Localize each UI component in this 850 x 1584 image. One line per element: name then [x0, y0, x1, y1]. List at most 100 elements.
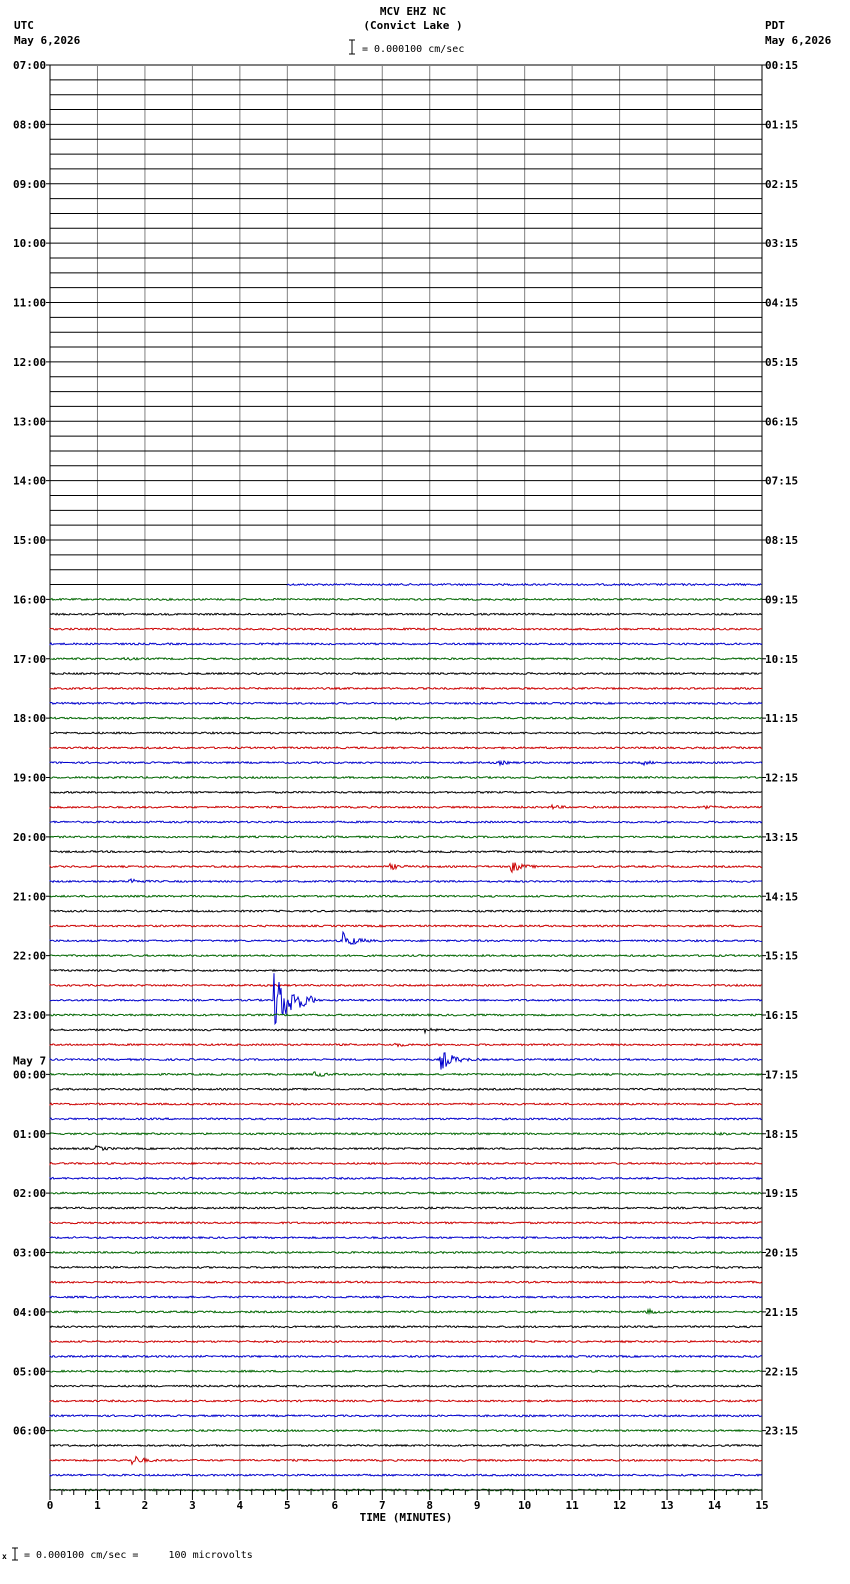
- seismic-trace: [49, 686, 763, 691]
- seismic-trace: [49, 716, 762, 721]
- seismic-trace: [49, 1102, 763, 1106]
- pdt-hour-label: 18:15: [765, 1128, 798, 1141]
- seismic-trace: [49, 731, 763, 735]
- seismic-trace: [49, 1176, 763, 1181]
- utc-hour-label: 13:00: [13, 415, 46, 428]
- seismic-trace: [49, 671, 763, 676]
- date-change-label: May 7: [13, 1054, 46, 1067]
- x-tick-label: 1: [94, 1499, 101, 1512]
- pdt-hour-label: 05:15: [765, 356, 798, 369]
- seismic-trace: [49, 1052, 763, 1070]
- seismic-trace: [49, 775, 763, 780]
- x-tick-label: 15: [755, 1499, 768, 1512]
- seismic-trace: [49, 877, 763, 884]
- x-tick-label: 12: [613, 1499, 626, 1512]
- x-tick-label: 4: [237, 1499, 244, 1512]
- pdt-hour-label: 23:15: [765, 1425, 798, 1438]
- seismic-trace: [49, 820, 763, 824]
- seismic-trace: [49, 1369, 763, 1374]
- utc-hour-label: 19:00: [13, 772, 46, 785]
- utc-hour-label: 08:00: [13, 118, 46, 131]
- pdt-hour-label: 15:15: [765, 950, 798, 963]
- utc-hour-label: 23:00: [13, 1009, 46, 1022]
- utc-hour-label: 11:00: [13, 297, 46, 310]
- seismic-trace: [49, 953, 763, 958]
- seismic-trace: [49, 790, 762, 795]
- footer-scale-text: = 0.000100 cm/sec = 100 microvolts: [24, 1550, 253, 1561]
- footer-scale-icon: x: [2, 1546, 18, 1562]
- seismic-trace: [49, 1384, 763, 1388]
- pdt-hour-label: 22:15: [765, 1365, 798, 1378]
- seismic-trace: [49, 1013, 763, 1017]
- seismic-trace: [49, 642, 763, 646]
- seismic-trace: [49, 759, 763, 767]
- pdt-hour-label: 01:15: [765, 118, 798, 131]
- seismic-trace: [49, 746, 762, 750]
- utc-hour-label: 17:00: [13, 653, 46, 666]
- pdt-hour-label: 13:15: [765, 831, 798, 844]
- utc-hour-label: 03:00: [13, 1247, 46, 1260]
- seismic-trace: [49, 1455, 763, 1466]
- seismic-trace: [49, 893, 762, 898]
- pdt-hour-label: 12:15: [765, 772, 798, 785]
- x-tick-label: 3: [189, 1499, 196, 1512]
- x-tick-label: 13: [660, 1499, 673, 1512]
- utc-hour-label: 14:00: [13, 475, 46, 488]
- utc-hour-label: 22:00: [13, 950, 46, 963]
- seismic-trace: [49, 968, 763, 973]
- utc-hour-label: 15:00: [13, 534, 46, 547]
- seismic-trace: [49, 803, 763, 811]
- utc-hour-label: 05:00: [13, 1365, 46, 1378]
- utc-hour-label: 21:00: [13, 890, 46, 903]
- seismic-trace: [49, 1339, 763, 1344]
- seismic-trace: [49, 1280, 763, 1284]
- seismic-trace: [49, 1161, 763, 1166]
- seismic-trace: [49, 1191, 763, 1195]
- utc-hour-label: 16:00: [13, 593, 46, 606]
- seismic-trace: [49, 983, 763, 988]
- seismic-trace: [49, 1117, 763, 1121]
- seismic-trace: [49, 1428, 763, 1433]
- seismic-trace: [49, 1042, 763, 1048]
- svg-text:x: x: [2, 1552, 7, 1561]
- seismic-trace: [49, 1027, 763, 1035]
- pdt-hour-label: 09:15: [765, 593, 798, 606]
- pdt-hour-label: 21:15: [765, 1306, 798, 1319]
- seismogram-plot: 07:00 08:00 09:00 10:00 11:00 12:00 13:00 14:00…: [13, 59, 798, 1524]
- x-tick-label: 11: [566, 1499, 580, 1512]
- x-tick-label: 6: [331, 1499, 338, 1512]
- seismic-trace: [49, 930, 763, 945]
- utc-hour-label: 00:00: [13, 1068, 46, 1081]
- x-tick-label: 0: [47, 1499, 54, 1512]
- seismic-trace: [49, 1354, 763, 1359]
- pdt-hour-label: 06:15: [765, 415, 798, 428]
- seismic-trace: [49, 597, 763, 602]
- seismic-trace: [49, 701, 763, 706]
- x-tick-label: 5: [284, 1499, 291, 1512]
- seismic-trace: [49, 1399, 763, 1403]
- pdt-hour-label: 03:15: [765, 237, 798, 250]
- seismic-trace: [49, 862, 763, 874]
- utc-hour-label: 02:00: [13, 1187, 46, 1200]
- pdt-hour-label: 00:15: [765, 59, 798, 72]
- x-tick-label: 14: [708, 1499, 722, 1512]
- utc-hour-label: 07:00: [13, 59, 46, 72]
- utc-hour-label: 06:00: [13, 1425, 46, 1438]
- pdt-hour-label: 02:15: [765, 178, 798, 191]
- seismic-trace: [49, 656, 762, 661]
- seismic-trace: [49, 1443, 763, 1448]
- seismic-trace: [49, 1324, 763, 1329]
- pdt-hour-label: 04:15: [765, 297, 798, 310]
- seismic-trace: [49, 1235, 763, 1240]
- x-tick-label: 10: [518, 1499, 531, 1512]
- pdt-hour-label: 19:15: [765, 1187, 798, 1200]
- seismic-trace: [49, 1144, 763, 1152]
- seismic-trace: [49, 849, 763, 854]
- seismic-trace: [49, 834, 763, 839]
- pdt-hour-label: 08:15: [765, 534, 798, 547]
- seismic-trace: [49, 612, 763, 616]
- seismic-trace: [49, 1087, 763, 1092]
- seismic-trace: [49, 1414, 763, 1418]
- pdt-hour-label: 10:15: [765, 653, 798, 666]
- seismic-trace: [49, 1473, 763, 1477]
